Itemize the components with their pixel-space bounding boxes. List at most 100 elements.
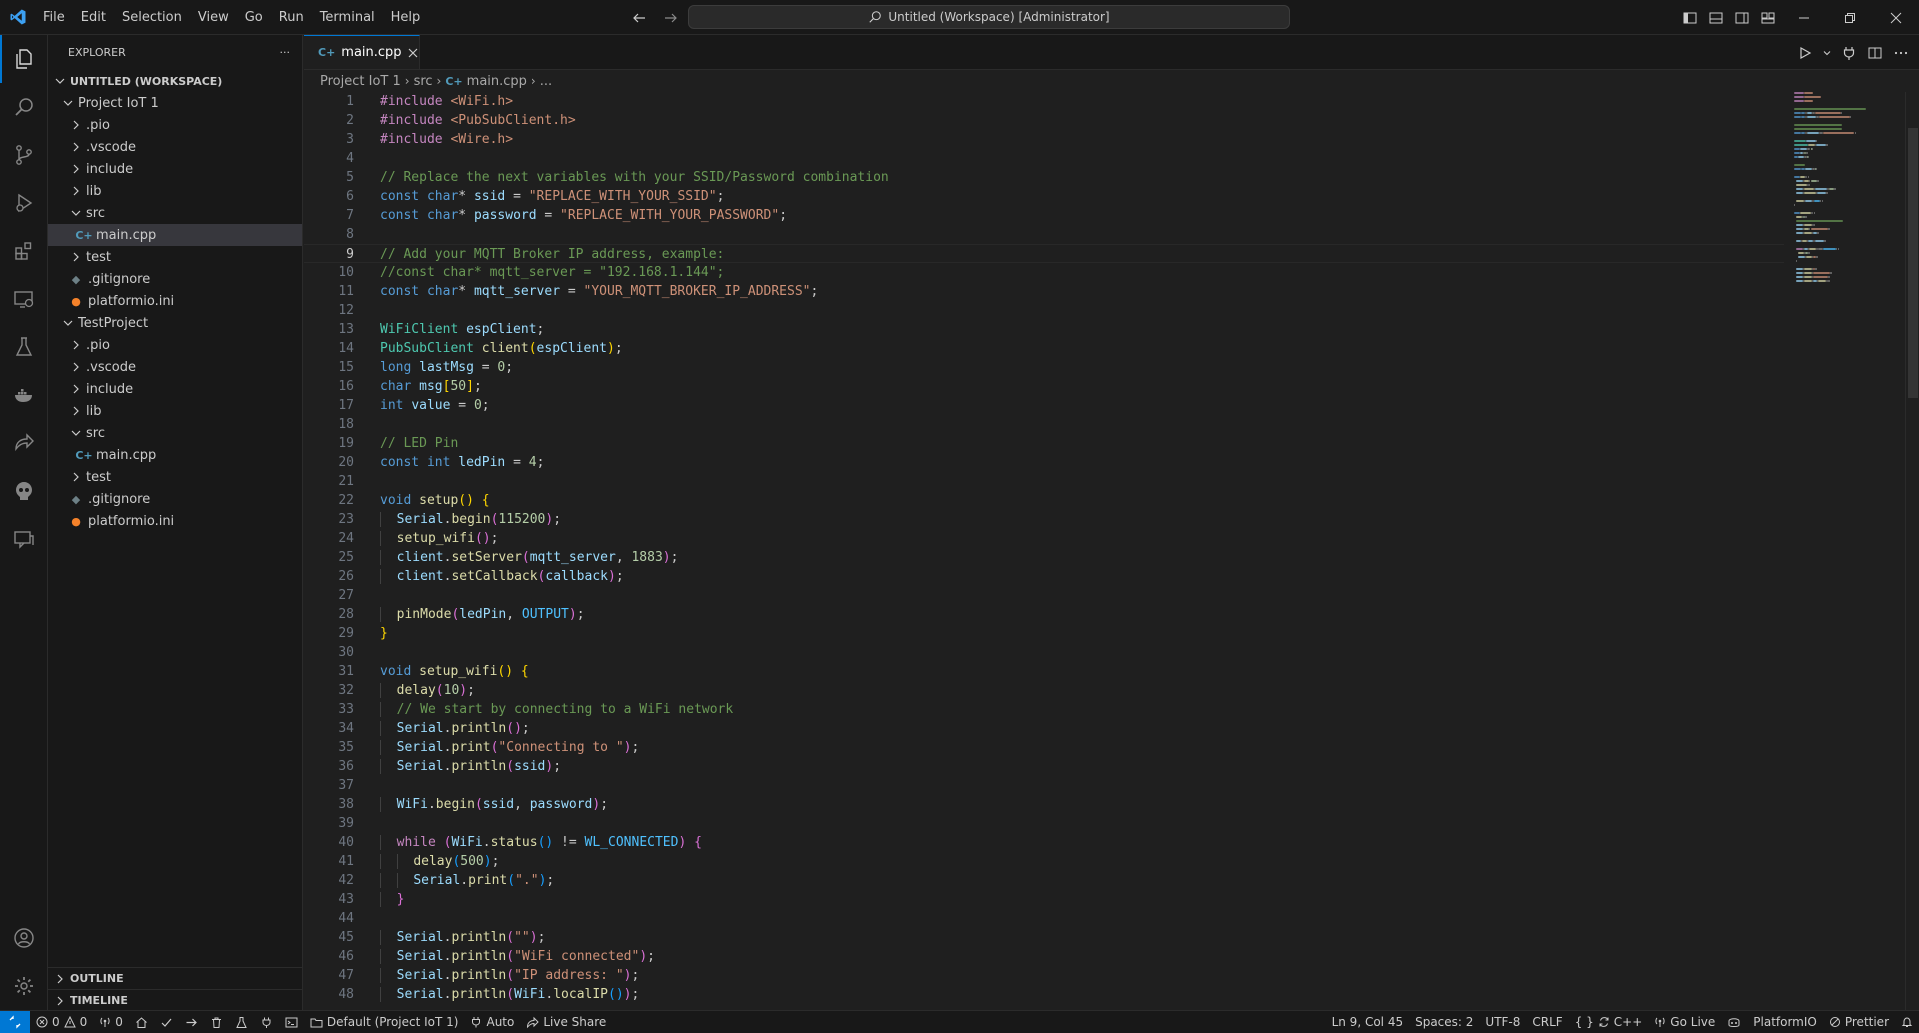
tree-file[interactable]: C+ main.cpp bbox=[48, 444, 302, 466]
live-share-icon[interactable] bbox=[0, 419, 48, 467]
testing-icon[interactable] bbox=[0, 323, 48, 371]
close-window-icon[interactable] bbox=[1873, 0, 1919, 35]
code-line[interactable]: 25 client.setServer(mqtt_server, 1883); bbox=[304, 548, 1784, 567]
code-line[interactable]: 14 PubSubClient client(espClient); bbox=[304, 339, 1784, 358]
code-line[interactable]: 18 bbox=[304, 415, 1784, 434]
code-line[interactable]: 29} bbox=[304, 624, 1784, 643]
tree-folder[interactable]: lib bbox=[48, 180, 302, 202]
code-line[interactable]: 36 Serial.println(ssid); bbox=[304, 757, 1784, 776]
code-line[interactable]: 35 Serial.print("Connecting to "); bbox=[304, 738, 1784, 757]
plug-icon[interactable] bbox=[1841, 45, 1857, 61]
command-center-search[interactable]: Untitled (Workspace) [Administrator] bbox=[688, 5, 1290, 29]
extensions-icon[interactable] bbox=[0, 227, 48, 275]
code-line[interactable]: 9 // Add your MQTT Broker IP address, exa… bbox=[304, 244, 1784, 263]
encoding[interactable]: UTF-8 bbox=[1479, 1011, 1526, 1033]
platformio-icon[interactable] bbox=[0, 467, 48, 515]
code-line[interactable]: 34 Serial.println(); bbox=[304, 719, 1784, 738]
tree-folder[interactable]: test bbox=[48, 466, 302, 488]
explorer-icon[interactable] bbox=[0, 35, 48, 83]
code-line[interactable]: 8 bbox=[304, 225, 1784, 244]
code-line[interactable]: 47 Serial.println("IP address: "); bbox=[304, 966, 1784, 985]
cursor-position[interactable]: Ln 9, Col 45 bbox=[1326, 1011, 1410, 1033]
tree-file[interactable]: ● platformio.ini bbox=[48, 510, 302, 532]
code-line[interactable]: 46 Serial.println("WiFi connected"); bbox=[304, 947, 1784, 966]
pio-clean-button[interactable] bbox=[204, 1011, 229, 1033]
indentation[interactable]: Spaces: 2 bbox=[1409, 1011, 1479, 1033]
tab-main-cpp[interactable]: C+ main.cpp bbox=[304, 35, 420, 69]
tree-folder[interactable]: .vscode bbox=[48, 356, 302, 378]
run-debug-icon[interactable] bbox=[0, 179, 48, 227]
prettier-status[interactable]: Prettier bbox=[1823, 1011, 1895, 1033]
pio-terminal-button[interactable] bbox=[279, 1011, 304, 1033]
platformio-status[interactable]: PlatformIO bbox=[1747, 1011, 1823, 1033]
code-line[interactable]: 3 #include <Wire.h> bbox=[304, 130, 1784, 149]
tree-folder[interactable]: TestProject bbox=[48, 312, 302, 334]
menu-help[interactable]: Help bbox=[383, 0, 429, 35]
code-line[interactable]: 31 void setup_wifi() { bbox=[304, 662, 1784, 681]
breadcrumb-symbol[interactable]: ... bbox=[540, 74, 552, 89]
tree-folder[interactable]: lib bbox=[48, 400, 302, 422]
code-line[interactable]: 28 pinMode(ledPin, OUTPUT); bbox=[304, 605, 1784, 624]
copilot-status[interactable] bbox=[1721, 1011, 1747, 1033]
code-line[interactable]: 19 // LED Pin bbox=[304, 434, 1784, 453]
chevron-down-icon[interactable] bbox=[1823, 49, 1831, 57]
ports-indicator[interactable]: 0 bbox=[93, 1011, 129, 1033]
code-line[interactable]: 22 void setup() { bbox=[304, 491, 1784, 510]
breadcrumb-file[interactable]: main.cpp bbox=[467, 74, 527, 89]
restore-icon[interactable] bbox=[1827, 0, 1873, 35]
menu-view[interactable]: View bbox=[190, 0, 237, 35]
tree-folder[interactable]: src bbox=[48, 422, 302, 444]
pio-auto-port[interactable]: Auto bbox=[464, 1011, 520, 1033]
code-editor[interactable]: 1 #include <WiFi.h> 2 #include <PubSubClien… bbox=[304, 92, 1784, 1004]
pio-env-switcher[interactable]: Default (Project IoT 1) bbox=[304, 1011, 465, 1033]
pio-home-button[interactable] bbox=[129, 1011, 154, 1033]
pio-build-button[interactable] bbox=[154, 1011, 179, 1033]
close-icon[interactable] bbox=[408, 45, 418, 61]
code-line[interactable]: 42 Serial.print("."); bbox=[304, 871, 1784, 890]
code-line[interactable]: 21 bbox=[304, 472, 1784, 491]
tree-file[interactable]: C+ main.cpp bbox=[48, 224, 302, 246]
code-line[interactable]: 26 client.setCallback(callback); bbox=[304, 567, 1784, 586]
code-line[interactable]: 24 setup_wifi(); bbox=[304, 529, 1784, 548]
run-play-icon[interactable] bbox=[1797, 45, 1813, 61]
code-line[interactable]: 4 bbox=[304, 149, 1784, 168]
language-mode[interactable]: { } C++ bbox=[1569, 1011, 1649, 1033]
split-editor-icon[interactable] bbox=[1867, 45, 1883, 61]
code-line[interactable]: 5 // Replace the next variables with your… bbox=[304, 168, 1784, 187]
toggle-secondary-sidebar-icon[interactable] bbox=[1729, 0, 1755, 35]
chat-icon[interactable] bbox=[0, 515, 48, 563]
code-line[interactable]: 10 //const char* mqtt_server = "192.168.1… bbox=[304, 263, 1784, 282]
code-line[interactable]: 43 } bbox=[304, 890, 1784, 909]
menu-edit[interactable]: Edit bbox=[73, 0, 114, 35]
tree-file[interactable]: ◆ .gitignore bbox=[48, 268, 302, 290]
menu-terminal[interactable]: Terminal bbox=[312, 0, 383, 35]
editor-scrollbar[interactable] bbox=[1905, 92, 1919, 1010]
pio-upload-button[interactable] bbox=[179, 1011, 204, 1033]
minimize-icon[interactable] bbox=[1781, 0, 1827, 35]
code-line[interactable]: 15 long lastMsg = 0; bbox=[304, 358, 1784, 377]
settings-gear-icon[interactable] bbox=[0, 962, 48, 1010]
remote-explorer-icon[interactable] bbox=[0, 275, 48, 323]
outline-section-header[interactable]: OUTLINE bbox=[48, 967, 303, 989]
code-line[interactable]: 37 bbox=[304, 776, 1784, 795]
workspace-section-header[interactable]: UNTITLED (WORKSPACE) bbox=[48, 70, 302, 92]
notifications-button[interactable] bbox=[1895, 1011, 1919, 1033]
tree-folder[interactable]: include bbox=[48, 378, 302, 400]
breadcrumb-project[interactable]: Project IoT 1 bbox=[320, 74, 401, 89]
code-line[interactable]: 12 bbox=[304, 301, 1784, 320]
menu-run[interactable]: Run bbox=[271, 0, 312, 35]
customize-layout-icon[interactable] bbox=[1755, 0, 1781, 35]
pio-monitor-button[interactable] bbox=[254, 1011, 279, 1033]
code-line[interactable]: 17 int value = 0; bbox=[304, 396, 1784, 415]
pio-test-button[interactable] bbox=[229, 1011, 254, 1033]
code-line[interactable]: 2 #include <PubSubClient.h> bbox=[304, 111, 1784, 130]
code-line[interactable]: 40 while (WiFi.status() != WL_CONNECTED)… bbox=[304, 833, 1784, 852]
code-line[interactable]: 45 Serial.println(""); bbox=[304, 928, 1784, 947]
code-line[interactable]: 41 delay(500); bbox=[304, 852, 1784, 871]
timeline-section-header[interactable]: TIMELINE bbox=[48, 989, 303, 1011]
toggle-panel-icon[interactable] bbox=[1703, 0, 1729, 35]
tree-folder[interactable]: .vscode bbox=[48, 136, 302, 158]
tree-folder[interactable]: Project IoT 1 bbox=[48, 92, 302, 114]
menu-file[interactable]: File bbox=[35, 0, 73, 35]
code-line[interactable]: 33 // We start by connecting to a WiFi n… bbox=[304, 700, 1784, 719]
